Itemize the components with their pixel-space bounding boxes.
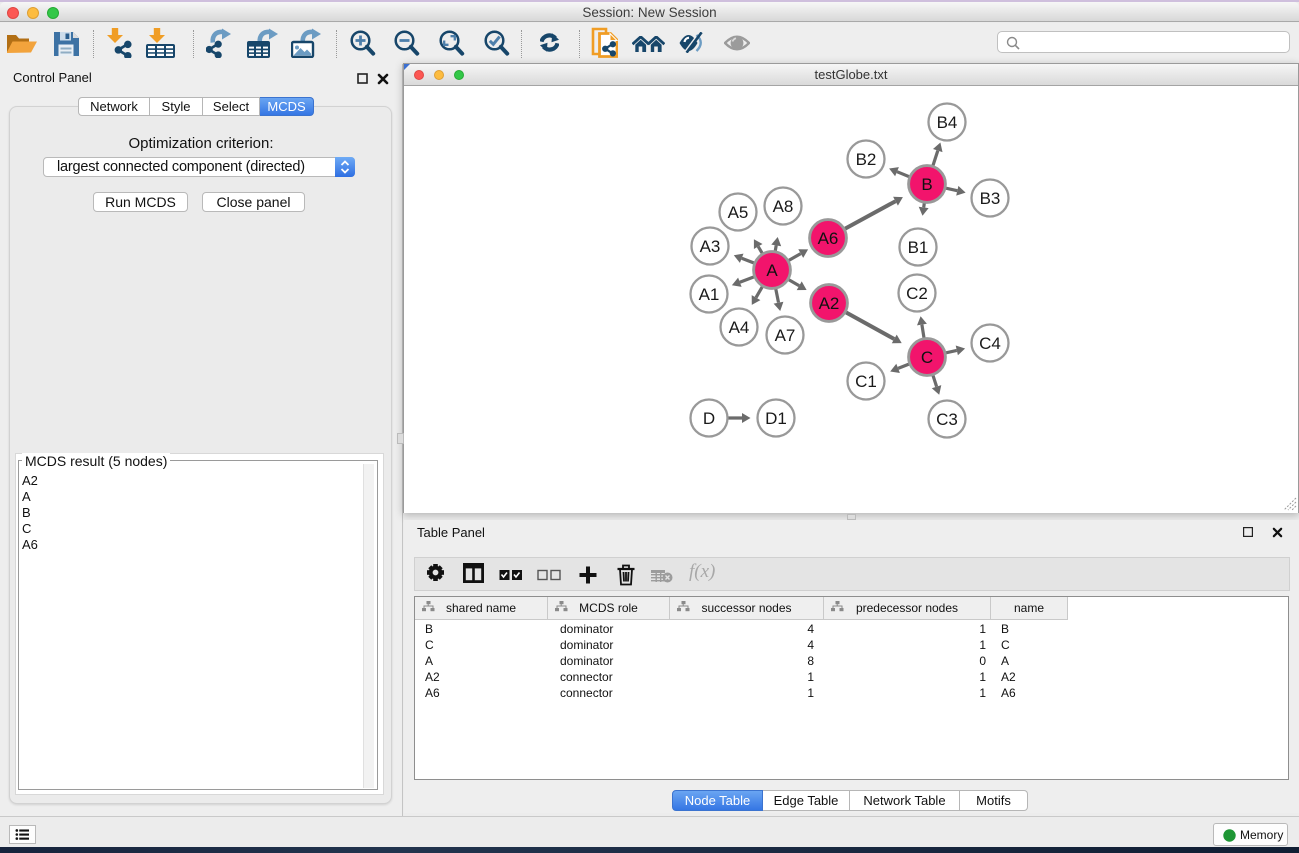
svg-text:C: C (921, 348, 933, 367)
svg-text:B3: B3 (980, 189, 1001, 208)
svg-text:A5: A5 (728, 203, 749, 222)
svg-text:C2: C2 (906, 284, 928, 303)
svg-text:D1: D1 (765, 409, 787, 428)
svg-text:B2: B2 (856, 150, 877, 169)
svg-text:B1: B1 (908, 238, 929, 257)
svg-text:A2: A2 (819, 294, 840, 313)
svg-text:A4: A4 (729, 318, 750, 337)
svg-text:A8: A8 (773, 197, 794, 216)
svg-text:C1: C1 (855, 372, 877, 391)
svg-text:C4: C4 (979, 334, 1001, 353)
svg-text:A1: A1 (699, 285, 720, 304)
svg-text:A3: A3 (700, 237, 721, 256)
svg-text:A6: A6 (818, 229, 839, 248)
svg-text:B4: B4 (937, 113, 958, 132)
svg-text:A7: A7 (775, 326, 796, 345)
svg-text:C3: C3 (936, 410, 958, 429)
svg-text:A: A (766, 261, 778, 280)
svg-text:D: D (703, 409, 715, 428)
svg-text:B: B (921, 175, 932, 194)
